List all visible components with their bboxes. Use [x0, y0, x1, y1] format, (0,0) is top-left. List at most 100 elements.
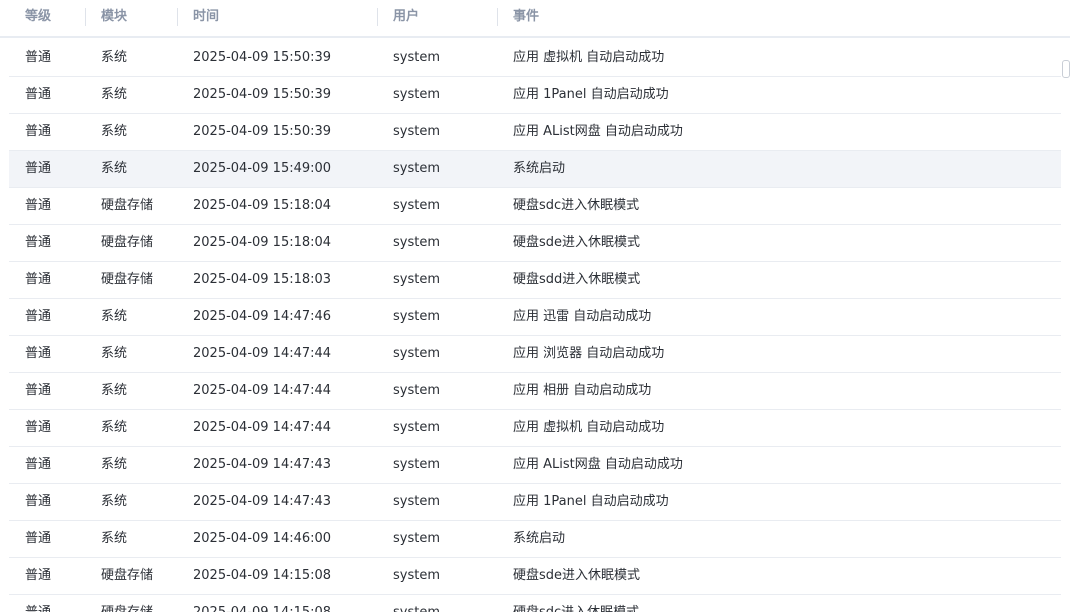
- level-cell: 普通: [25, 531, 52, 546]
- time-cell: 2025-04-09 15:18:04: [193, 235, 332, 250]
- time-cell: 2025-04-09 14:46:00: [193, 531, 332, 546]
- user-cell: system: [393, 457, 440, 472]
- time-cell: 2025-04-09 15:18:04: [193, 198, 332, 213]
- module-cell: 系统: [101, 124, 128, 139]
- module-cell: 系统: [101, 531, 128, 546]
- level-cell: 普通: [25, 235, 52, 250]
- level-cell: 普通: [25, 420, 52, 435]
- table-row[interactable]: 普通 系统 2025-04-09 15:50:39 system 应用 虚拟机 自动启动…: [9, 40, 1061, 77]
- scrollbar-thumb[interactable]: [1062, 60, 1070, 78]
- module-cell: 硬盘存储: [101, 198, 154, 213]
- level-cell: 普通: [25, 124, 52, 139]
- table-row[interactable]: 普通 系统 2025-04-09 14:47:44 system 应用 浏览器 自动启动…: [9, 336, 1061, 373]
- level-cell: 普通: [25, 494, 52, 509]
- time-cell: 2025-04-09 14:47:43: [193, 494, 332, 509]
- time-cell: 2025-04-09 15:50:39: [193, 87, 332, 102]
- table-row[interactable]: 普通 系统 2025-04-09 14:47:43 system 应用 AList网盘 …: [9, 447, 1061, 484]
- module-cell: 系统: [101, 457, 128, 472]
- table-row[interactable]: 普通 系统 2025-04-09 14:47:43 system 应用 1Panel 自…: [9, 484, 1061, 521]
- table-row[interactable]: 普通 系统 2025-04-09 14:47:44 system 应用 虚拟机 自动启动…: [9, 410, 1061, 447]
- user-cell: system: [393, 383, 440, 398]
- column-divider[interactable]: [377, 8, 378, 26]
- table-row[interactable]: 普通 硬盘存储 2025-04-09 15:18:04 system 硬盘sdc进入休眠…: [9, 188, 1061, 225]
- table-row[interactable]: 普通 硬盘存储 2025-04-09 15:18:03 system 硬盘sdd进入休眠…: [9, 262, 1061, 299]
- event-cell: 硬盘sdd进入休眠模式: [513, 272, 641, 287]
- user-cell: system: [393, 124, 440, 139]
- time-cell: 2025-04-09 14:47:43: [193, 457, 332, 472]
- column-header-module[interactable]: 模块: [101, 0, 127, 36]
- level-cell: 普通: [25, 50, 52, 65]
- module-cell: 系统: [101, 161, 128, 176]
- table-row[interactable]: 普通 硬盘存储 2025-04-09 15:18:04 system 硬盘sde进入休眠…: [9, 225, 1061, 262]
- event-cell: 硬盘sde进入休眠模式: [513, 568, 641, 583]
- event-cell: 硬盘sdc进入休眠模式: [513, 198, 640, 213]
- time-cell: 2025-04-09 15:49:00: [193, 161, 332, 176]
- table-row[interactable]: 普通 系统 2025-04-09 14:46:00 system 系统启动: [9, 521, 1061, 558]
- table-row[interactable]: 普通 系统 2025-04-09 15:49:00 system 系统启动: [9, 151, 1061, 188]
- module-cell: 硬盘存储: [101, 568, 154, 583]
- module-cell: 系统: [101, 87, 128, 102]
- module-cell: 硬盘存储: [101, 272, 154, 287]
- event-cell: 应用 虚拟机 自动启动成功: [513, 50, 665, 65]
- user-cell: system: [393, 346, 440, 361]
- event-cell: 应用 1Panel 自动启动成功: [513, 87, 669, 102]
- table-row[interactable]: 普通 硬盘存储 2025-04-09 14:15:08 system 硬盘sde进入休眠…: [9, 558, 1061, 595]
- column-header-level[interactable]: 等级: [25, 0, 51, 36]
- user-cell: system: [393, 235, 440, 250]
- table-header: 等级 模块 时间 用户 事件: [0, 0, 1070, 38]
- level-cell: 普通: [25, 272, 52, 287]
- time-cell: 2025-04-09 14:15:08: [193, 568, 332, 583]
- level-cell: 普通: [25, 346, 52, 361]
- event-cell: 应用 相册 自动启动成功: [513, 383, 652, 398]
- level-cell: 普通: [25, 198, 52, 213]
- table-row[interactable]: 普通 系统 2025-04-09 14:47:44 system 应用 相册 自动启动成…: [9, 373, 1061, 410]
- module-cell: 系统: [101, 383, 128, 398]
- level-cell: 普通: [25, 309, 52, 324]
- user-cell: system: [393, 595, 440, 612]
- module-cell: 系统: [101, 494, 128, 509]
- module-cell: 硬盘存储: [101, 235, 154, 250]
- user-cell: system: [393, 309, 440, 324]
- column-divider[interactable]: [177, 8, 178, 26]
- level-cell: 普通: [25, 595, 51, 612]
- level-cell: 普通: [25, 383, 52, 398]
- user-cell: system: [393, 494, 440, 509]
- user-cell: system: [393, 161, 440, 176]
- level-cell: 普通: [25, 161, 52, 176]
- user-cell: system: [393, 87, 440, 102]
- table-row[interactable]: 普通 系统 2025-04-09 14:47:46 system 应用 迅雷 自动启动成…: [9, 299, 1061, 336]
- table-row[interactable]: 普通 系统 2025-04-09 15:50:39 system 应用 1Panel 自…: [9, 77, 1061, 114]
- event-cell: 应用 1Panel 自动启动成功: [513, 494, 669, 509]
- scrollbar[interactable]: [1059, 40, 1071, 612]
- event-cell: 应用 虚拟机 自动启动成功: [513, 420, 665, 435]
- event-cell: 应用 浏览器 自动启动成功: [513, 346, 665, 361]
- level-cell: 普通: [25, 457, 52, 472]
- level-cell: 普通: [25, 87, 52, 102]
- user-cell: system: [393, 272, 440, 287]
- column-divider[interactable]: [85, 8, 86, 26]
- module-cell: 系统: [101, 346, 128, 361]
- event-cell: 应用 迅雷 自动启动成功: [513, 309, 652, 324]
- time-cell: 2025-04-09 15:50:39: [193, 124, 332, 139]
- log-table-view: 等级 模块 时间 用户 事件 普通 系统 2025-04-09 15:50:39 sy…: [0, 0, 1091, 612]
- user-cell: system: [393, 568, 440, 583]
- event-cell: 应用 AList网盘 自动启动成功: [513, 124, 683, 139]
- event-cell: 硬盘sde进入休眠模式: [513, 235, 641, 250]
- module-cell: 硬盘存储: [101, 595, 153, 612]
- time-cell: 2025-04-09 14:47:44: [193, 346, 332, 361]
- table-row[interactable]: 普通 系统 2025-04-09 15:50:39 system 应用 AList网盘 …: [9, 114, 1061, 151]
- time-cell: 2025-04-09 15:18:03: [193, 272, 332, 287]
- module-cell: 系统: [101, 420, 128, 435]
- time-cell: 2025-04-09 15:50:39: [193, 50, 332, 65]
- level-cell: 普通: [25, 568, 52, 583]
- table-row[interactable]: 普通 硬盘存储 2025-04-09 14:15:08 system 硬盘sdc进入休眠…: [9, 595, 1061, 612]
- user-cell: system: [393, 531, 440, 546]
- module-cell: 系统: [101, 50, 128, 65]
- event-cell: 硬盘sdc进入休眠模式: [513, 595, 639, 612]
- column-header-user[interactable]: 用户: [393, 0, 419, 36]
- column-header-event[interactable]: 事件: [513, 0, 539, 36]
- user-cell: system: [393, 420, 440, 435]
- column-header-time[interactable]: 时间: [193, 0, 219, 36]
- column-divider[interactable]: [497, 8, 498, 26]
- user-cell: system: [393, 198, 440, 213]
